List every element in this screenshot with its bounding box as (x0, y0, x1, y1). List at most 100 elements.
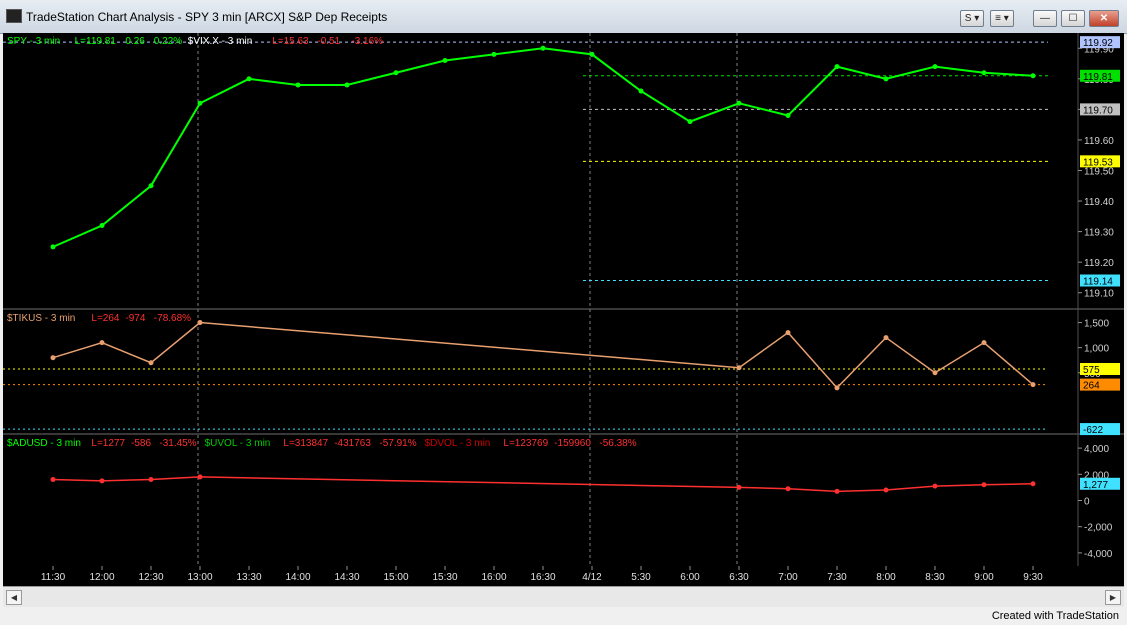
legend-item: -0.51 (317, 36, 340, 47)
x-tick-label: 5:30 (631, 572, 651, 583)
series-point (99, 478, 105, 484)
price-tag-label: 119.70 (1083, 105, 1113, 116)
y-tick-label: 119.20 (1084, 258, 1114, 269)
series-point (50, 477, 56, 483)
x-tick-label: 13:30 (236, 572, 261, 583)
y-tick-label: 119.10 (1084, 289, 1114, 300)
legend-item: -3.16% (351, 36, 383, 47)
minimize-button[interactable]: — (1033, 10, 1057, 27)
series-point (785, 330, 791, 336)
x-tick-label: 15:00 (383, 572, 408, 583)
scroll-left-arrow-icon[interactable]: ◀ (6, 590, 22, 605)
series-point (687, 119, 693, 125)
legend-item: L=123769 (503, 438, 548, 449)
title-bar: TradeStation Chart Analysis - SPY 3 min … (0, 0, 1127, 34)
y-tick-label: 1,500 (1084, 319, 1109, 330)
series-point (932, 64, 938, 70)
x-tick-label: 7:30 (827, 572, 847, 583)
series-point (295, 82, 301, 88)
x-tick-label: 16:00 (481, 572, 506, 583)
price-tag-label: 119.81 (1083, 72, 1113, 83)
series-point (99, 340, 105, 346)
series-point (148, 183, 154, 189)
series-point (981, 70, 987, 76)
created-with-footer: Created with TradeStation (991, 610, 1119, 622)
legend-item: L=1277 (91, 438, 125, 449)
legend-item: -159960 (554, 438, 591, 449)
y-tick-label: 1,000 (1084, 344, 1109, 355)
horizontal-scrollbar[interactable]: ◀ ▶ (3, 586, 1124, 607)
price-tag-label: 119.14 (1083, 277, 1113, 288)
legend-item: -56.38% (599, 438, 636, 449)
price-tag-label: 264 (1083, 381, 1100, 392)
x-tick-label: 16:30 (530, 572, 555, 583)
series-point (491, 51, 497, 57)
series-point (148, 477, 154, 483)
x-tick-label: 6:30 (729, 572, 749, 583)
legend-item: L=264 (91, 313, 120, 324)
x-tick-label: 8:30 (925, 572, 945, 583)
y-tick-label: 119.40 (1084, 197, 1114, 208)
legend-item: $DVOL - 3 min (425, 438, 491, 449)
series-point (442, 58, 448, 63)
series-point (1030, 73, 1036, 79)
series-point (883, 335, 889, 341)
legend-item: L=15.63 (272, 36, 309, 47)
maximize-button[interactable]: ☐ (1061, 10, 1085, 27)
y-tick-label: 0 (1084, 497, 1090, 508)
series-point (834, 385, 840, 391)
legend-item: -586 (131, 438, 151, 449)
x-tick-label: 12:30 (138, 572, 163, 583)
series-point (785, 113, 791, 118)
price-tag-label: 119.53 (1083, 157, 1113, 168)
series-point (246, 76, 252, 82)
chart-area[interactable]: 11:30 12:00 12:30 13:00 13:30 14:00 14:30 15:00… (3, 33, 1124, 586)
list-menu-button[interactable]: ≡ ▾ (990, 10, 1014, 27)
close-button[interactable]: ✕ (1089, 10, 1119, 27)
legend-item: $UVOL - 3 min (205, 438, 271, 449)
window-title: TradeStation Chart Analysis - SPY 3 min … (26, 10, 388, 24)
legend-item: L=119.81 (75, 36, 117, 47)
legend-item: $TIKUS - 3 min (7, 313, 75, 324)
x-tick-label: 9:00 (974, 572, 994, 583)
series-point (148, 360, 154, 366)
legend-item: 0.22% (154, 36, 182, 47)
tradestation-app-icon (6, 9, 22, 23)
x-tick-label: 11:30 (41, 572, 66, 583)
series-point (50, 244, 56, 250)
legend-item: -31.45% (159, 438, 196, 449)
series-point (197, 100, 203, 106)
series-point (883, 487, 889, 493)
x-tick-label: 12:00 (89, 572, 114, 583)
legend-item: -57.91% (379, 438, 416, 449)
series-point (883, 76, 889, 82)
scroll-right-arrow-icon[interactable]: ▶ (1105, 590, 1121, 605)
x-tick-label: 14:00 (285, 572, 310, 583)
series-point (1030, 382, 1036, 388)
price-tag-label: 1,277 (1083, 480, 1108, 491)
series-point (393, 70, 399, 76)
series-point (932, 483, 938, 489)
series-point (638, 88, 644, 94)
series-point (344, 82, 350, 88)
x-tick-label: 7:00 (778, 572, 798, 583)
series-point (197, 320, 203, 326)
series-line (52, 321, 1034, 389)
legend-item: SPY - 3 min (7, 36, 60, 47)
x-tick-label: 9:30 (1023, 572, 1043, 583)
legend-item: -974 (125, 313, 145, 324)
legend-item: -78.68% (154, 313, 191, 324)
x-tick-label: 6:00 (680, 572, 700, 583)
series-point (834, 488, 840, 494)
series-point (540, 45, 546, 51)
x-tick-label: 4/12 (582, 572, 602, 583)
x-tick-label: 13:00 (187, 572, 212, 583)
price-chart[interactable]: 11:30 12:00 12:30 13:00 13:30 14:00 14:30 15:00… (3, 33, 1124, 586)
y-tick-label: 4,000 (1084, 444, 1109, 455)
price-tag-label: 575 (1083, 365, 1100, 376)
y-tick-label: -4,000 (1084, 549, 1113, 560)
series-point (981, 340, 987, 346)
s-menu-button-label: S (964, 13, 972, 24)
s-menu-button[interactable]: S ▾ (960, 10, 984, 27)
series-point (736, 484, 742, 490)
